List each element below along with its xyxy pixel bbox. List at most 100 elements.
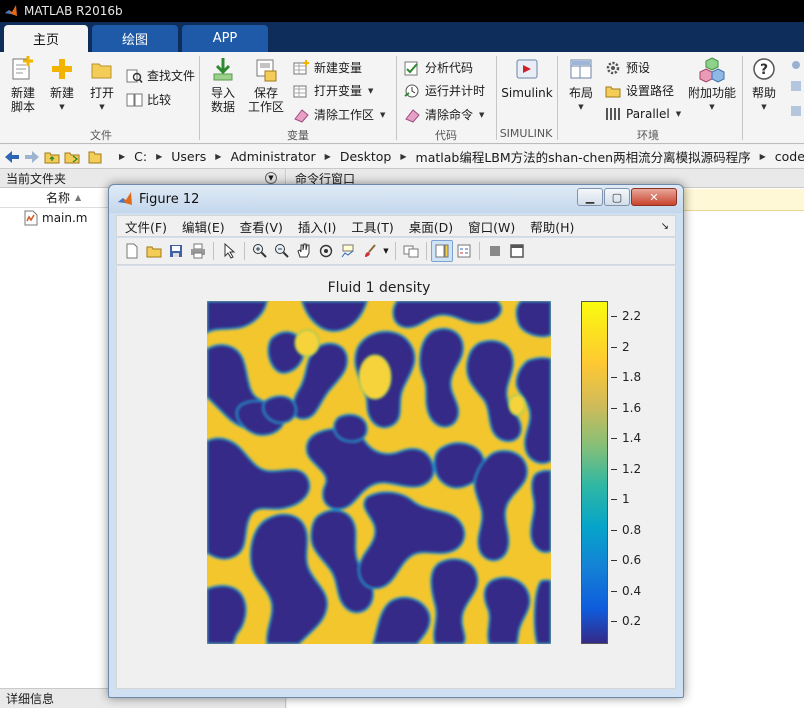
new-script-button[interactable]: 新建 脚本 (6, 56, 40, 114)
analyze-code-button[interactable]: 分析代码 (404, 59, 473, 76)
data-cursor-icon[interactable] (337, 240, 359, 262)
clear-workspace-dropdown-icon[interactable]: ▼ (380, 111, 385, 119)
forward-arrow-icon[interactable] (22, 147, 42, 167)
figure-title-bar[interactable]: Figure 12 ▁ ▢ ✕ (109, 185, 683, 213)
compare-button[interactable]: 比较 (126, 91, 171, 108)
breadcrumb-administrator[interactable]: Administrator (230, 149, 315, 164)
menu-view[interactable]: 查看(V) (240, 217, 283, 236)
clear-commands-label: 清除命令 (425, 108, 474, 122)
colorbar-tick (611, 591, 617, 592)
m-file-icon (24, 210, 38, 226)
breadcrumb-desktop[interactable]: Desktop (340, 149, 392, 164)
density-image-plot[interactable] (207, 301, 551, 644)
breadcrumb-code[interactable]: code (775, 149, 804, 164)
clear-commands-icon (405, 108, 420, 123)
menu-tools[interactable]: 工具(T) (351, 217, 393, 236)
open-variable-button[interactable]: 打开变量 ▼ (293, 82, 373, 99)
clear-commands-button[interactable]: 清除命令 ▼ (404, 106, 484, 123)
run-and-time-button[interactable]: 运行并计时 (404, 82, 485, 99)
help-dropdown-icon[interactable]: ▼ (761, 100, 766, 114)
save-workspace-label: 保存 工作区 (247, 86, 284, 114)
rotate-3d-icon[interactable] (315, 240, 337, 262)
new-button[interactable]: 新建 ▼ (44, 56, 80, 114)
figure-canvas[interactable]: Fluid 1 density 2.2 2 1.8 1.6 1.4 1.2 1 … (116, 266, 676, 689)
menu-insert[interactable]: 插入(I) (298, 217, 336, 236)
close-button[interactable]: ✕ (631, 188, 677, 206)
print-icon[interactable] (187, 240, 209, 262)
layout-dropdown-icon[interactable]: ▼ (578, 100, 583, 114)
community-icons[interactable] (788, 59, 804, 131)
figure-window: Figure 12 ▁ ▢ ✕ 文件(F) 编辑(E) 查看(V) 插入(I) … (108, 184, 684, 698)
colorbar-tick (611, 316, 617, 317)
menu-overflow-icon[interactable]: ↘ (661, 221, 669, 232)
up-folder-icon[interactable] (42, 147, 62, 167)
maximize-button[interactable]: ▢ (604, 188, 630, 206)
tab-home[interactable]: 主页 (4, 25, 88, 52)
set-path-button[interactable]: 设置路径 (605, 82, 674, 99)
help-button[interactable]: ? 帮助 ▼ (748, 56, 780, 114)
colorbar-tick (611, 469, 617, 470)
run-and-time-label: 运行并计时 (425, 84, 486, 98)
parallel-label: Parallel (626, 107, 670, 121)
simulink-label: Simulink (501, 86, 553, 100)
panel-actions-icon[interactable]: ▼ (265, 172, 277, 184)
parallel-icon (606, 108, 620, 120)
simulink-button[interactable]: Simulink (501, 56, 553, 100)
open-variable-label: 打开变量 (314, 84, 363, 98)
clear-commands-dropdown-icon[interactable]: ▼ (479, 111, 484, 119)
colorbar[interactable] (581, 301, 608, 644)
toolbar-separator (213, 242, 214, 260)
menu-file[interactable]: 文件(F) (125, 217, 167, 236)
clear-workspace-button[interactable]: 清除工作区 ▼ (293, 106, 385, 123)
hide-plot-tools-icon[interactable] (484, 240, 506, 262)
colorbar-tick-label: 2 (622, 340, 630, 354)
address-bar: ▶ C: ▶ Users ▶ Administrator ▶ Desktop ▶… (0, 145, 804, 169)
addons-button[interactable]: 附加功能 ▼ (686, 56, 738, 114)
parallel-button[interactable]: Parallel ▼ (605, 106, 681, 122)
colorbar-toggle-icon[interactable] (431, 240, 453, 262)
breadcrumb-users[interactable]: Users (171, 149, 206, 164)
colorbar-tick-label: 1.8 (622, 370, 642, 384)
addons-cubes-icon (699, 57, 725, 83)
zoom-out-icon[interactable] (271, 240, 293, 262)
import-data-icon (213, 58, 233, 81)
browse-folder-icon[interactable] (62, 147, 82, 167)
breadcrumb-project-folder[interactable]: matlab编程LBM方法的shan-chen两相流分离模拟源码程序 (416, 147, 751, 166)
show-plot-tools-icon[interactable] (506, 240, 528, 262)
breadcrumb-c-drive[interactable]: C: (134, 149, 147, 164)
save-workspace-button[interactable]: 保存 工作区 (246, 56, 286, 114)
layout-label: 布局 (568, 86, 593, 100)
menu-help[interactable]: 帮助(H) (530, 217, 574, 236)
new-figure-icon[interactable] (121, 240, 143, 262)
menu-window[interactable]: 窗口(W) (468, 217, 515, 236)
zoom-in-icon[interactable] (249, 240, 271, 262)
open-file-icon[interactable] (143, 240, 165, 262)
edit-plot-arrow-icon[interactable] (218, 240, 240, 262)
tab-apps[interactable]: APP (182, 25, 268, 52)
import-data-button[interactable]: 导入 数据 (204, 56, 242, 114)
minimize-button[interactable]: ▁ (577, 188, 603, 206)
menu-desktop[interactable]: 桌面(D) (409, 217, 453, 236)
find-files-button[interactable]: 查找文件 (126, 67, 195, 84)
brush-dropdown-icon[interactable]: ▼ (381, 240, 391, 262)
preferences-button[interactable]: 预设 (605, 59, 650, 76)
menu-edit[interactable]: 编辑(E) (182, 217, 225, 236)
new-variable-button[interactable]: 新建变量 (293, 59, 362, 76)
link-plot-icon[interactable] (400, 240, 422, 262)
open-dropdown-icon[interactable]: ▼ (99, 100, 104, 114)
ribbon-separator (199, 56, 200, 140)
file-name: main.m (42, 211, 88, 225)
layout-button[interactable]: 布局 ▼ (563, 56, 599, 114)
brush-icon[interactable] (359, 240, 381, 262)
tab-plots[interactable]: 绘图 (92, 25, 178, 52)
new-dropdown-icon[interactable]: ▼ (59, 100, 64, 114)
new-label: 新建 (49, 86, 74, 100)
open-variable-dropdown-icon[interactable]: ▼ (368, 87, 373, 95)
save-icon[interactable] (165, 240, 187, 262)
addons-dropdown-icon[interactable]: ▼ (709, 100, 714, 114)
legend-toggle-icon[interactable] (453, 240, 475, 262)
open-button[interactable]: 打开 ▼ (84, 56, 120, 114)
back-arrow-icon[interactable] (2, 147, 22, 167)
pan-hand-icon[interactable] (293, 240, 315, 262)
parallel-dropdown-icon[interactable]: ▼ (676, 110, 681, 118)
